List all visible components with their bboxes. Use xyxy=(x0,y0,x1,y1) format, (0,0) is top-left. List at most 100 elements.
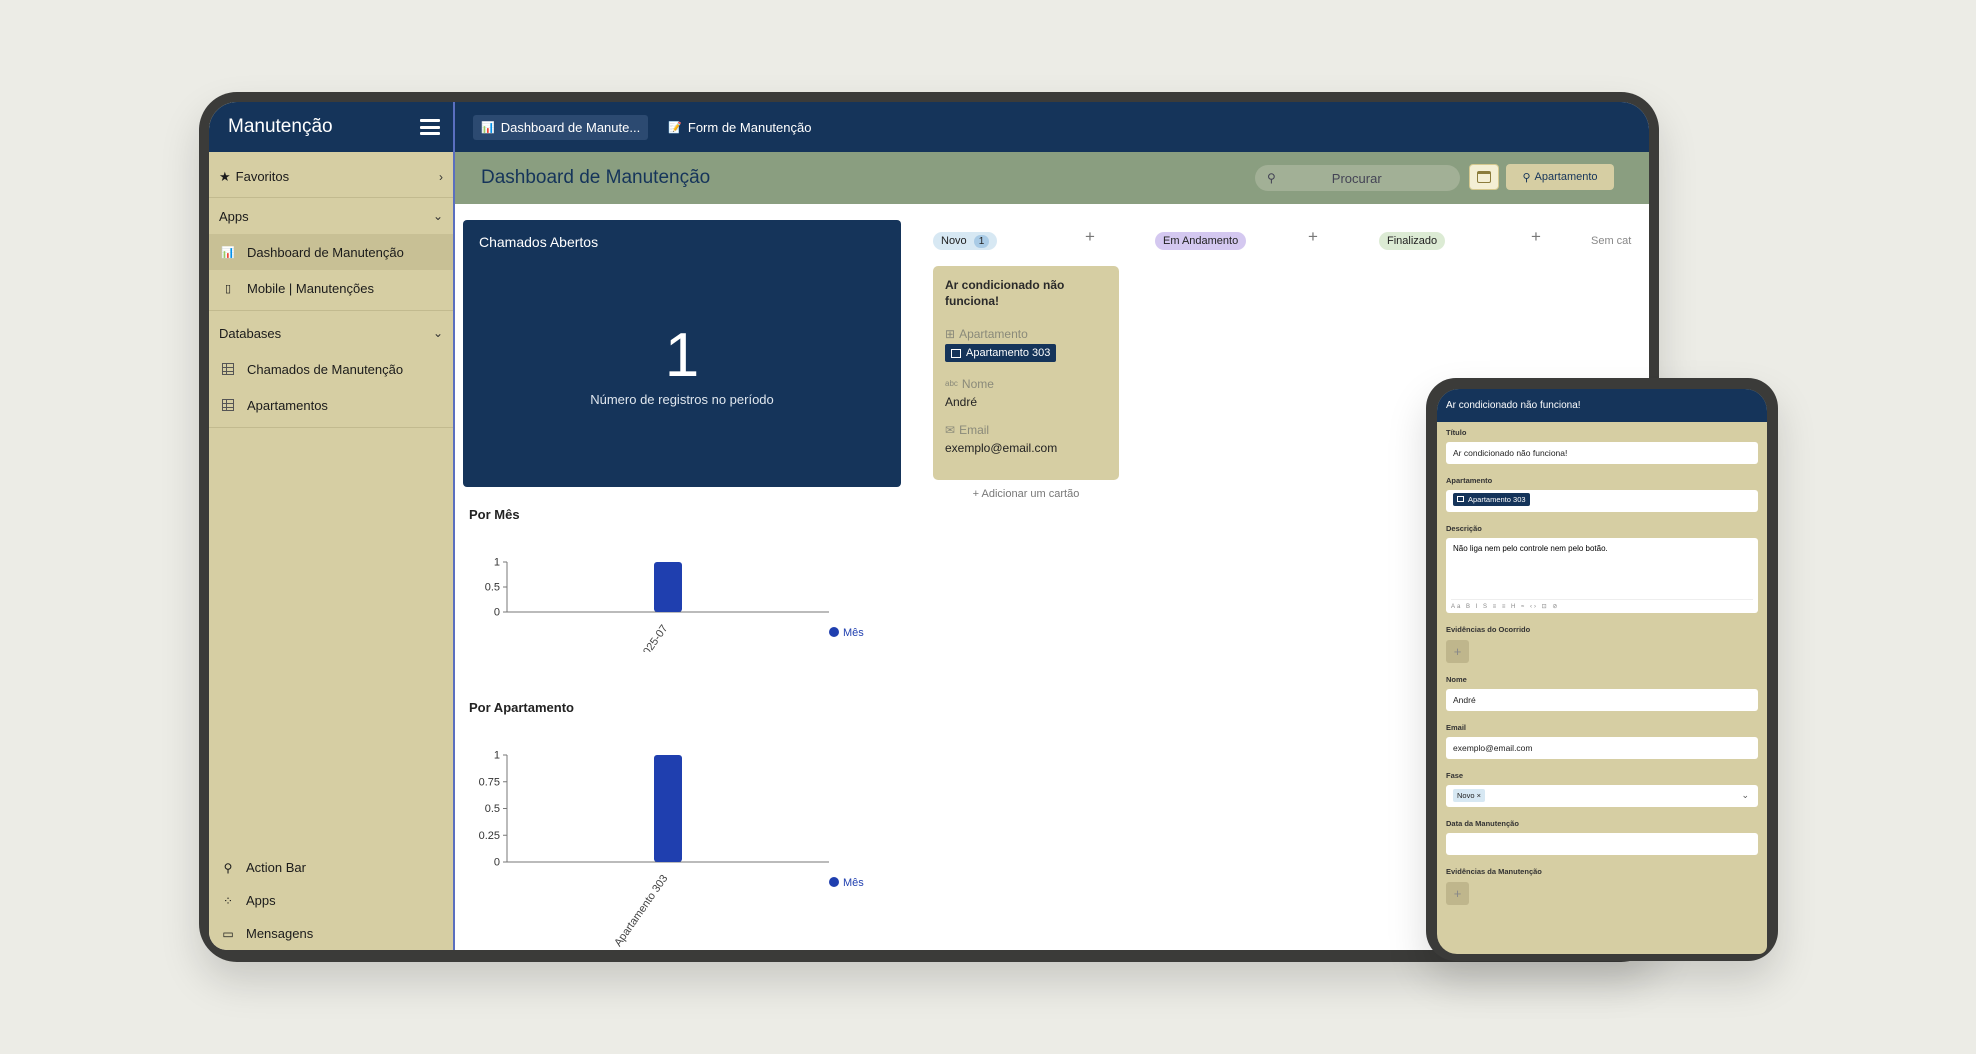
apps-section-label: Apps xyxy=(219,208,249,224)
y-tick-label: 0.5 xyxy=(485,803,500,815)
legend-label: Mês xyxy=(843,877,864,889)
fase-select[interactable]: Novo × ⌄ xyxy=(1446,785,1758,807)
status-badge: Novo 1 xyxy=(933,232,998,250)
column-count: 1 xyxy=(973,235,990,248)
column-em-andamento: Em Andamento xyxy=(1155,231,1247,251)
chevron-down-icon: ⌄ xyxy=(1741,790,1749,800)
chip-label: Apartamento 303 xyxy=(1468,494,1526,504)
sidebar-item-label: Chamados de Manutenção xyxy=(247,361,404,377)
add-attachment-button[interactable]: + xyxy=(1446,882,1469,905)
sidebar-action-bar[interactable]: ⚲ Action Bar xyxy=(209,851,453,884)
card-email: exemplo@email.com xyxy=(945,440,1058,455)
add-column-andamento-icon[interactable]: + xyxy=(1308,227,1318,247)
search-placeholder: Procurar xyxy=(1331,170,1382,186)
table-icon xyxy=(951,348,961,358)
field-label: Data da Manutenção xyxy=(1446,819,1519,828)
search-icon: ⚲ xyxy=(1267,171,1276,185)
sidebar-item-label: Mensagens xyxy=(246,926,314,941)
tab-form[interactable]: 📝 Form de Manutenção xyxy=(660,115,819,140)
message-icon: ▭ xyxy=(222,926,234,941)
mobile-form: Título Ar condicionado não funciona! Apa… xyxy=(1437,422,1767,911)
nome-field[interactable]: André xyxy=(1446,689,1758,711)
legend-swatch xyxy=(829,627,839,637)
column-label: Sem cat xyxy=(1591,235,1632,247)
field-label: Evidências da Manutenção xyxy=(1446,867,1542,876)
search-icon: ⚲ xyxy=(1522,171,1531,184)
chart-svg: 0 0.25 0.5 0.75 1 Apartamento 303 Mês xyxy=(479,750,865,949)
table-icon xyxy=(1457,496,1464,502)
chip-label: Apartamento 303 xyxy=(966,347,1051,359)
menu-icon[interactable] xyxy=(420,119,440,135)
titulo-field[interactable]: Ar condicionado não funciona! xyxy=(1446,442,1758,464)
chart-title: Por Mês xyxy=(469,507,520,522)
chevron-right-icon: › xyxy=(439,169,443,184)
calendar-icon xyxy=(1477,171,1491,183)
data-field[interactable] xyxy=(1446,833,1758,855)
kanban-card[interactable]: Ar condicionado não funciona! ⊞ Apartame… xyxy=(933,266,1119,480)
column-sem-categoria: Sem cat xyxy=(1591,231,1631,251)
email-label: Email xyxy=(959,422,990,437)
y-tick-label: 0 xyxy=(494,857,500,869)
sidebar-item-label: Apps xyxy=(246,893,276,908)
card-field-label: ⊞ Apartamento xyxy=(945,327,1107,341)
column-finalizado: Finalizado xyxy=(1379,231,1446,251)
sidebar: Manutenção ★ Favoritos › Apps ⌄ 📊 Dashbo… xyxy=(209,102,455,950)
card-title: Ar condicionado não funciona! xyxy=(945,278,1065,308)
add-card-button[interactable]: + Adicionar um cartão xyxy=(933,488,1119,500)
x-tick-label: 2025-07 xyxy=(637,623,670,652)
apartamento-filter-button[interactable]: ⚲ Apartamento xyxy=(1506,164,1614,190)
phone-icon: ▯ xyxy=(224,282,232,295)
name-label: Nome xyxy=(961,376,994,391)
page-title: Dashboard de Manutenção xyxy=(481,167,711,188)
search-input[interactable]: ⚲ Procurar xyxy=(1255,165,1460,191)
status-badge: Finalizado xyxy=(1379,232,1446,250)
divider xyxy=(209,310,453,311)
sidebar-mensagens[interactable]: ▭ Mensagens xyxy=(209,917,453,950)
apartment-chip[interactable]: Apartamento 303 xyxy=(945,344,1057,362)
add-attachment-button[interactable]: + xyxy=(1446,640,1469,663)
chart-por-apartamento: Por Apartamento 0 0.25 0.5 0.75 1 Apartamento… xyxy=(469,700,889,950)
tab-label: Form de Manutenção xyxy=(687,119,812,135)
fase-tag-label: Novo xyxy=(1457,791,1475,800)
card-field-label: abc Nome xyxy=(945,377,1107,391)
text-icon: abc xyxy=(945,379,958,388)
favorites-label: Favoritos xyxy=(235,169,290,184)
table-icon xyxy=(221,398,235,412)
sidebar-apps[interactable]: ⁘ Apps xyxy=(209,884,453,917)
sidebar-section-databases[interactable]: Databases ⌄ xyxy=(209,315,453,351)
sidebar-item-mobile[interactable]: ▯ Mobile | Manutenções xyxy=(209,270,453,306)
apps-icon: ⁘ xyxy=(222,893,234,908)
field-label: Título xyxy=(1446,428,1467,437)
table-icon xyxy=(221,362,235,376)
apartment-chip[interactable]: Apartamento 303 xyxy=(1453,492,1530,506)
field-label: Fase xyxy=(1446,771,1464,780)
kpi-value: 1 xyxy=(664,321,700,390)
calendar-button[interactable] xyxy=(1469,164,1499,190)
add-column-finalizado-icon[interactable]: + xyxy=(1531,227,1541,247)
y-tick-label: 0.5 xyxy=(485,582,500,594)
field-label: Descrição xyxy=(1446,524,1482,533)
add-column-novo-icon[interactable]: + xyxy=(1085,227,1095,247)
sidebar-section-apps[interactable]: Apps ⌄ xyxy=(209,198,453,234)
y-tick-label: 0.75 xyxy=(479,776,500,788)
y-tick-label: 1 xyxy=(494,750,500,762)
email-field[interactable]: exemplo@email.com xyxy=(1446,737,1758,759)
tab-dashboard[interactable]: 📊 Dashboard de Manute... xyxy=(473,114,649,140)
relation-icon: ⊞ xyxy=(945,327,956,341)
descricao-value: Não liga nem pelo controle nem pelo botã… xyxy=(1453,544,1608,553)
rich-text-toolbar[interactable]: Aa B I S ≡ ≡ H ≈ ‹› ⊡ ⊘ xyxy=(1451,599,1753,610)
sidebar-favorites[interactable]: ★ Favoritos › xyxy=(209,156,453,198)
sidebar-item-apartamentos[interactable]: Apartamentos xyxy=(209,387,453,423)
tab-label: Dashboard de Manute... xyxy=(500,119,641,135)
divider xyxy=(209,427,453,428)
sidebar-item-label: Action Bar xyxy=(246,860,306,875)
sidebar-item-chamados[interactable]: Chamados de Manutenção xyxy=(209,351,453,387)
chart-svg: 0 0.5 1 2025-07 Mês xyxy=(485,557,865,653)
apartamento-field[interactable]: Apartamento 303 xyxy=(1446,490,1758,512)
phone-frame: Ar condicionado não funciona! Título Ar … xyxy=(1426,378,1778,961)
descricao-field[interactable]: Não liga nem pelo controle nem pelo botã… xyxy=(1446,538,1758,613)
sidebar-item-dashboard[interactable]: 📊 Dashboard de Manutenção xyxy=(209,234,453,270)
chevron-down-icon: ⌄ xyxy=(432,326,443,340)
field-label: Evidências do Ocorrido xyxy=(1446,625,1531,634)
status-badge: Em Andamento xyxy=(1155,232,1247,250)
